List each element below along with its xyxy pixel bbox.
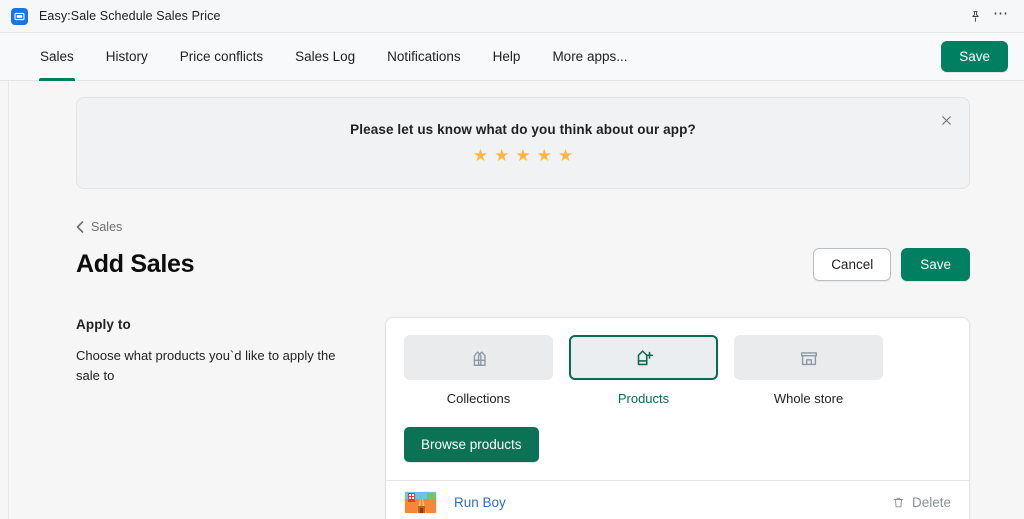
choice-collections[interactable]: Collections [404, 335, 553, 406]
pin-icon[interactable] [964, 5, 986, 27]
choice-whole-store-label: Whole store [773, 391, 844, 406]
run-boy-thumbnail [404, 491, 437, 514]
tab-price-conflicts[interactable]: Price conflicts [164, 33, 279, 80]
rating-stars[interactable]: ★ ★ ★ ★ ★ [473, 147, 573, 164]
tab-notifications[interactable]: Notifications [371, 33, 477, 80]
more-horizontal-icon[interactable]: ⋯ [990, 5, 1012, 27]
window-titlebar: Easy:Sale Schedule Sales Price ⋯ [0, 0, 1024, 33]
page-title: Add Sales [76, 250, 195, 278]
app-navbar: Sales History Price conflicts Sales Log … [0, 33, 1024, 81]
app-icon [11, 7, 28, 25]
close-icon[interactable] [937, 111, 955, 129]
page-canvas: Please let us know what do you think abo… [0, 81, 1024, 519]
apply-to-aside: Apply to Choose what products you`d like… [76, 317, 385, 519]
tab-sales[interactable]: Sales [24, 33, 90, 81]
feedback-banner-message: Please let us know what do you think abo… [350, 122, 696, 137]
apply-to-heading: Apply to [76, 317, 131, 332]
choice-whole-store[interactable]: Whole store [734, 335, 883, 406]
cancel-button[interactable]: Cancel [813, 248, 892, 281]
apply-to-description: Choose what products you`d like to apply… [76, 348, 336, 383]
breadcrumb[interactable]: Sales [76, 220, 122, 234]
feedback-banner: Please let us know what do you think abo… [76, 97, 970, 189]
rating-star-4[interactable]: ★ [537, 147, 552, 164]
chevron-left-icon [76, 221, 84, 233]
delete-button-run-boy[interactable]: Delete [892, 495, 951, 510]
nav-tab-list: Sales History Price conflicts Sales Log … [0, 33, 643, 81]
tab-help[interactable]: Help [477, 33, 537, 80]
trash-icon [893, 497, 904, 508]
collections-icon [473, 350, 486, 366]
browse-products-button[interactable]: Browse products [404, 427, 539, 462]
table-row: Run Boy Delete [386, 480, 969, 519]
navbar-actions: Save [941, 33, 1008, 80]
page-header-actions: Cancel Save [813, 248, 970, 281]
tab-sales-log[interactable]: Sales Log [279, 33, 371, 80]
page-header: Add Sales Cancel Save [76, 248, 970, 281]
tab-more-apps[interactable]: More apps... [536, 33, 643, 80]
choice-collections-label: Collections [446, 391, 511, 406]
breadcrumb-label: Sales [91, 220, 123, 234]
page-content: Please let us know what do you think abo… [0, 81, 1024, 519]
apply-to-choices: Collections Products Whole store [404, 335, 951, 406]
delete-label: Delete [911, 495, 951, 510]
window-title: Easy:Sale Schedule Sales Price [39, 9, 221, 23]
storefront-icon [800, 351, 817, 365]
rating-star-2[interactable]: ★ [494, 147, 509, 164]
navbar-save-button[interactable]: Save [941, 41, 1008, 72]
choice-products-label: Products [617, 391, 670, 406]
save-button[interactable]: Save [901, 248, 970, 281]
rating-star-3[interactable]: ★ [515, 147, 530, 164]
product-tag-plus-icon [637, 349, 653, 365]
choice-products[interactable]: Products [569, 335, 718, 406]
choice-whole-store-box[interactable] [734, 335, 883, 380]
rating-star-5[interactable]: ★ [558, 147, 573, 164]
apply-to-card-body: Collections Products Whole store Browse … [386, 318, 969, 480]
apply-to-card: Collections Products Whole store Browse … [385, 317, 970, 519]
rating-star-1[interactable]: ★ [473, 147, 488, 164]
apply-to-section: Apply to Choose what products you`d like… [76, 317, 970, 519]
tab-history[interactable]: History [90, 33, 164, 80]
choice-collections-box[interactable] [404, 335, 553, 380]
choice-products-box[interactable] [569, 335, 718, 380]
product-link-run-boy[interactable]: Run Boy [454, 495, 506, 510]
